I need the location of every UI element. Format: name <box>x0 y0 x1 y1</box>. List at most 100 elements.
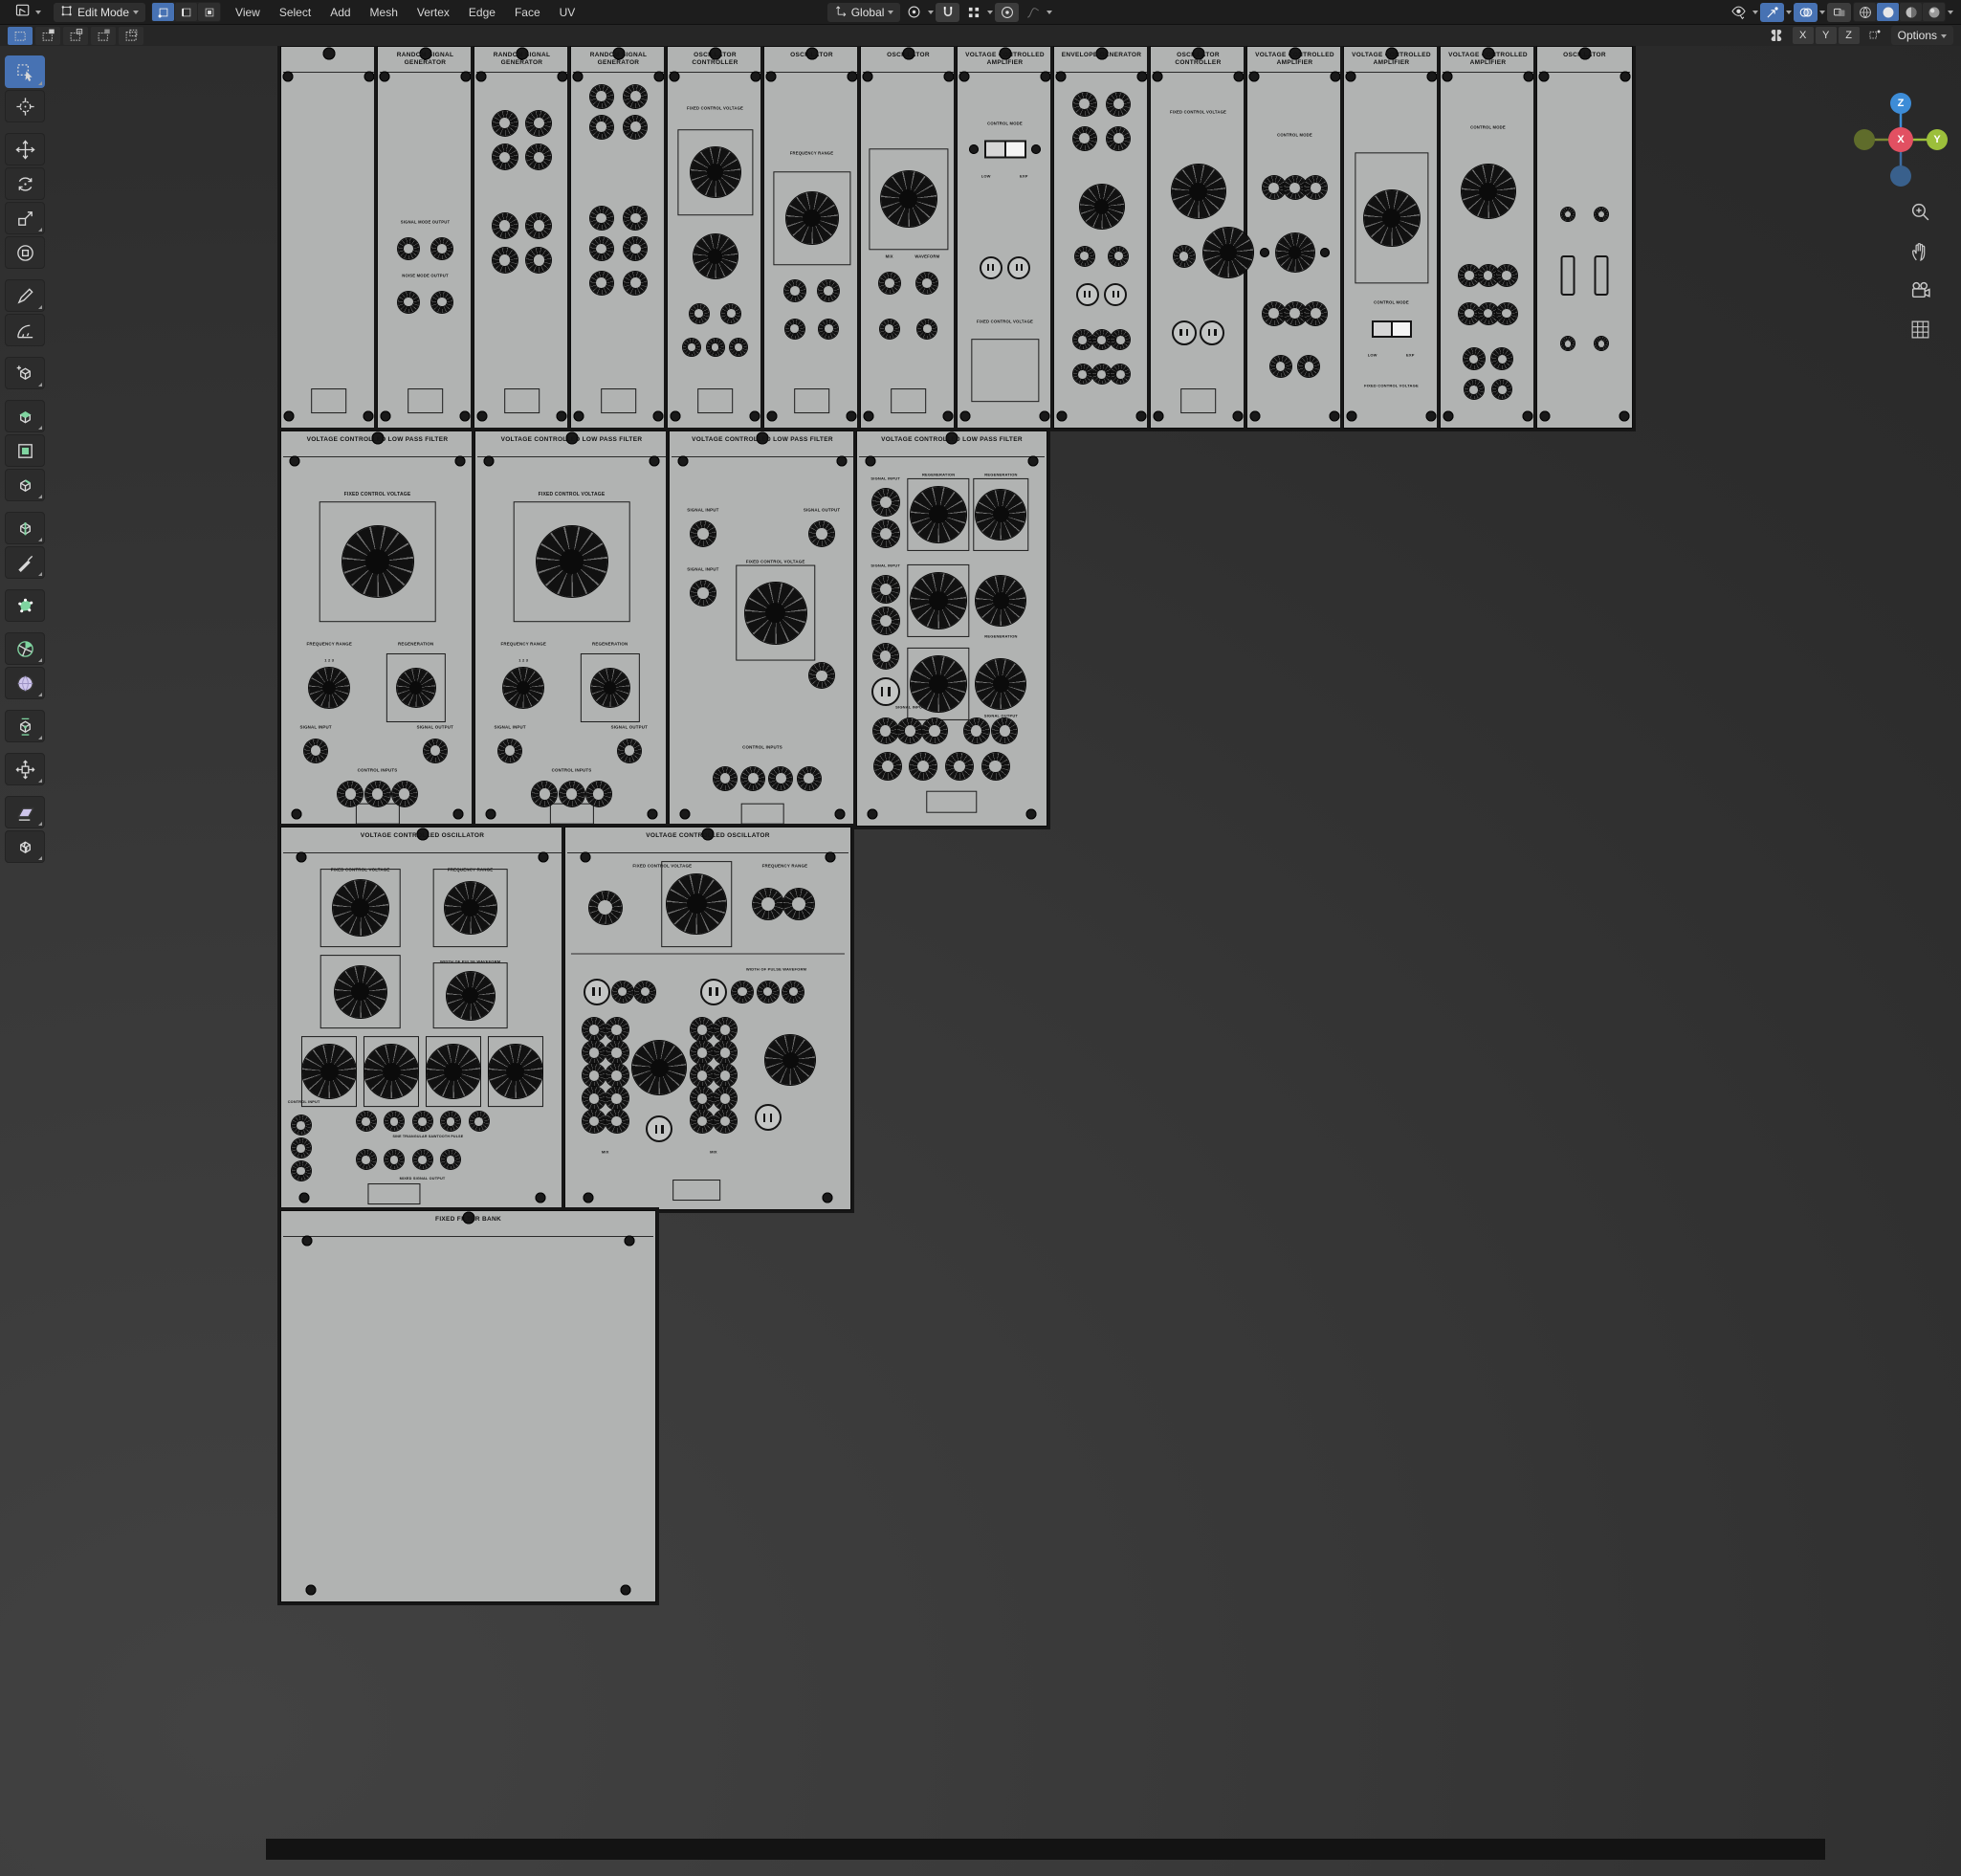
options-dropdown[interactable]: Options <box>1891 26 1953 45</box>
menu-edge[interactable]: Edge <box>460 4 504 21</box>
module-vca-3[interactable]: VOLTAGE CONTROLLED AMPLIFIERCONTROL MODE… <box>1343 46 1440 429</box>
select-option-subtract[interactable] <box>63 27 88 45</box>
screw <box>1233 411 1244 422</box>
editor-type-button[interactable] <box>8 3 48 22</box>
select-option-set[interactable] <box>8 27 33 45</box>
module-rsg-2[interactable]: RANDOM SIGNAL GENERATOR <box>474 46 570 429</box>
module-blank[interactable] <box>280 46 377 429</box>
menu-mesh[interactable]: Mesh <box>362 4 407 21</box>
module-env-gen[interactable]: ENVELOPE GENERATOR <box>1053 46 1150 429</box>
tool-spin[interactable] <box>5 632 45 665</box>
tool-inset-faces[interactable] <box>5 434 45 467</box>
tool-transform[interactable] <box>5 236 45 269</box>
tool-cursor[interactable] <box>5 90 45 122</box>
module-ffb-1[interactable]: FIXED FILTER BANK <box>280 1210 656 1602</box>
select-option-intersect[interactable] <box>119 27 143 45</box>
zoom-icon[interactable] <box>1907 199 1932 224</box>
hand-icon[interactable] <box>1907 238 1932 263</box>
face-select-button[interactable] <box>198 3 220 21</box>
shading-material-button[interactable] <box>1900 3 1922 21</box>
tool-rotate[interactable] <box>5 167 45 200</box>
module-rsg-3[interactable]: RANDOM SIGNAL GENERATOR <box>570 46 667 429</box>
proportional-falloff-button[interactable] <box>1021 3 1045 22</box>
module-vco-1[interactable]: VOLTAGE CONTROLLED OSCILLATORFIXED CONTR… <box>280 827 564 1210</box>
gizmo-axis-neg[interactable] <box>1854 129 1875 150</box>
tool-add-cube[interactable] <box>5 357 45 389</box>
tool-tweak-select[interactable] <box>5 55 45 88</box>
rocker-switch[interactable] <box>1372 320 1412 338</box>
knob-small <box>431 238 452 259</box>
shading-solid-button[interactable] <box>1877 3 1899 21</box>
navigation-gizmo[interactable]: ZYX <box>1843 82 1958 197</box>
edge-select-button[interactable] <box>175 3 197 21</box>
select-option-invert[interactable] <box>91 27 116 45</box>
visibility-button[interactable] <box>1727 3 1751 22</box>
show-overlays-button[interactable] <box>1794 3 1818 22</box>
tool-smooth[interactable] <box>5 667 45 699</box>
tool-extrude-region[interactable] <box>5 400 45 432</box>
module-osc-2[interactable]: OSCILLATORMIXWAVEFORM <box>860 46 957 429</box>
tool-bevel[interactable] <box>5 469 45 501</box>
viewport[interactable]: RANDOM SIGNAL GENERATORSIGNAL MODE OUTPU… <box>0 25 1961 1876</box>
module-vco-2[interactable]: VOLTAGE CONTROLLED OSCILLATORFIXED CONTR… <box>564 827 851 1210</box>
screw <box>765 72 776 82</box>
tool-loop-cut[interactable] <box>5 512 45 544</box>
tool-poly-build[interactable] <box>5 589 45 622</box>
module-osc-ctl-2[interactable]: OSCILLATOR CONTROLLERFIXED CONTROL VOLTA… <box>1150 46 1246 429</box>
menu-vertex[interactable]: Vertex <box>408 4 458 21</box>
xray-toggle-button[interactable] <box>1827 3 1851 22</box>
tool-scale[interactable] <box>5 202 45 234</box>
tool-edge-slide[interactable] <box>5 710 45 742</box>
mirror-axis-x[interactable]: X <box>1793 27 1814 44</box>
module-osc-3[interactable]: OSCILLATOR <box>1536 46 1633 429</box>
gizmo-axis-z[interactable]: Z <box>1890 93 1911 114</box>
rocker-switch[interactable] <box>984 141 1026 159</box>
tool-move[interactable] <box>5 133 45 166</box>
gizmo-axis-neg[interactable] <box>1890 166 1911 187</box>
proportional-editing-button[interactable] <box>995 3 1019 22</box>
tool-shear[interactable] <box>5 796 45 828</box>
tool-rip-region[interactable] <box>5 830 45 863</box>
camera-icon[interactable] <box>1907 277 1932 302</box>
menu-view[interactable]: View <box>227 4 269 21</box>
menu-select[interactable]: Select <box>271 4 319 21</box>
panel-rail-line <box>672 456 853 457</box>
snap-magnet-button[interactable] <box>936 3 959 22</box>
knob-small <box>624 272 647 295</box>
tool-shrink-fatten[interactable] <box>5 753 45 785</box>
module-vca-1[interactable]: VOLTAGE CONTROLLED AMPLIFIERCONTROL MODE… <box>957 46 1053 429</box>
module-vca-2[interactable]: VOLTAGE CONTROLLED AMPLIFIERCONTROL MODE <box>1246 46 1343 429</box>
snap-options-icon[interactable] <box>1863 26 1887 45</box>
vertex-select-button[interactable] <box>152 3 174 21</box>
shading-wireframe-button[interactable] <box>1854 3 1876 21</box>
gizmo-axis-y[interactable]: Y <box>1927 129 1948 150</box>
mirror-axis-y[interactable]: Y <box>1816 27 1837 44</box>
menu-uv[interactable]: UV <box>551 4 584 21</box>
mirror-butterfly-icon[interactable] <box>1765 26 1789 45</box>
grid-icon[interactable] <box>1907 317 1932 342</box>
mirror-axis-z[interactable]: Z <box>1839 27 1860 44</box>
tool-knife[interactable] <box>5 546 45 579</box>
menu-face[interactable]: Face <box>506 4 549 21</box>
show-gizmo-button[interactable] <box>1760 3 1784 22</box>
menu-add[interactable]: Add <box>321 4 359 21</box>
knob <box>335 966 386 1018</box>
pivot-point-button[interactable] <box>902 3 926 22</box>
module-vclpf-2[interactable]: VOLTAGE CONTROLLED LOW PASS FILTERFIXED … <box>474 430 669 827</box>
module-osc-1[interactable]: OSCILLATORFREQUENCY RANGE <box>763 46 860 429</box>
mode-selector[interactable]: Edit Mode <box>54 3 145 22</box>
tool-measure[interactable] <box>5 314 45 346</box>
snap-target-button[interactable] <box>961 3 985 22</box>
module-rsg-1[interactable]: RANDOM SIGNAL GENERATORSIGNAL MODE OUTPU… <box>377 46 474 429</box>
module-vclpf-3[interactable]: VOLTAGE CONTROLLED LOW PASS FILTERSIGNAL… <box>669 430 856 827</box>
select-option-extend[interactable] <box>35 27 60 45</box>
gizmo-axis-x[interactable]: X <box>1888 127 1913 152</box>
module-vclpf-4[interactable]: VOLTAGE CONTROLLED LOW PASS FILTERSIGNAL… <box>856 430 1047 827</box>
shading-rendered-button[interactable] <box>1923 3 1945 21</box>
orientation-selector[interactable]: Global <box>827 3 901 22</box>
module-vclpf-1[interactable]: VOLTAGE CONTROLLED LOW PASS FILTERFIXED … <box>280 430 474 827</box>
knob-small <box>691 1110 714 1133</box>
module-osc-ctl-1[interactable]: OSCILLATOR CONTROLLERFIXED CONTROL VOLTA… <box>667 46 763 429</box>
tool-annotate[interactable] <box>5 279 45 312</box>
module-vca-4[interactable]: VOLTAGE CONTROLLED AMPLIFIERCONTROL MODE <box>1440 46 1536 429</box>
